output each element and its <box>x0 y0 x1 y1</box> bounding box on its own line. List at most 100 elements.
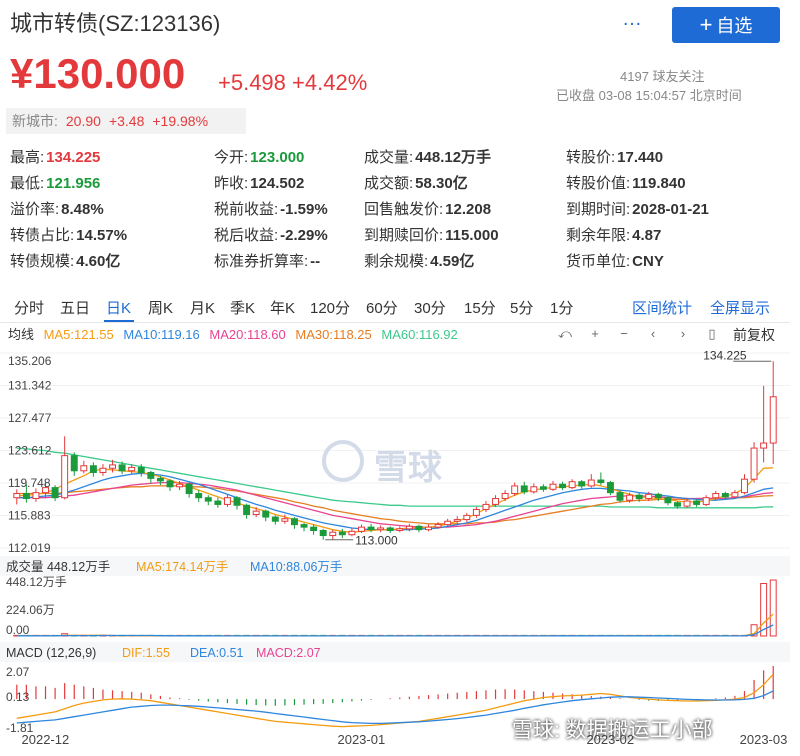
underlying-stock-box[interactable]: 新城市: 20.90 +3.48 +19.98% <box>6 108 246 134</box>
ma5-legend: MA5:121.55 <box>43 327 114 342</box>
underlying-stock-price: 20.90 <box>65 113 101 129</box>
stat-label: 转债占比: <box>10 227 75 244</box>
ma20-legend: MA20:118.60 <box>209 327 286 342</box>
more-icon[interactable]: … <box>622 8 643 31</box>
candle-body <box>290 518 298 526</box>
tab-8[interactable]: 60分 <box>366 297 398 318</box>
stat-value: 4.87 <box>632 227 662 244</box>
fullscreen-link[interactable]: 全屏显示 <box>710 297 770 318</box>
stat-cell: 昨收: 124.502 <box>214 172 304 193</box>
candle-body <box>223 497 231 505</box>
stat-value: 134.225 <box>46 149 101 166</box>
candle-body <box>702 497 710 505</box>
stat-label: 到期赎回价: <box>364 227 444 244</box>
stat-value: 12.208 <box>445 201 492 218</box>
stat-value: 123.000 <box>250 149 305 166</box>
macd-dea-legend: DEA:0.51 <box>190 646 244 660</box>
candle-body <box>645 493 653 500</box>
stat-label: 今开: <box>214 149 249 166</box>
zoom-out-icon[interactable]: − <box>616 326 632 342</box>
candle-body <box>434 524 442 528</box>
current-price: ¥130.000 <box>10 50 186 97</box>
candle-body <box>712 492 720 499</box>
tab-2[interactable]: 日K <box>106 297 131 318</box>
stat-value: 124.502 <box>250 175 305 192</box>
tab-7[interactable]: 120分 <box>310 297 350 318</box>
stat-value: 58.30亿 <box>415 175 468 192</box>
zoom-in-icon[interactable]: + <box>587 326 603 342</box>
candle-body <box>587 479 595 487</box>
tab-5[interactable]: 季K <box>230 297 255 318</box>
stat-cell: 货币单位: CNY <box>566 250 664 271</box>
price-axis-label: 127.477 <box>8 411 52 425</box>
stat-value: 115.000 <box>445 227 499 244</box>
candle-body <box>310 526 318 531</box>
volume-ma5-legend: MA5:174.14万手 <box>136 560 228 574</box>
adjust-mode[interactable]: 前复权 <box>733 325 775 345</box>
tab-1[interactable]: 五日 <box>60 297 90 318</box>
macd-dif-legend: DIF:1.55 <box>122 646 170 660</box>
stat-value: 448.12万手 <box>415 149 492 166</box>
stat-label: 溢价率: <box>10 201 60 218</box>
stat-value: 119.840 <box>632 175 686 192</box>
tab-10[interactable]: 15分 <box>464 297 496 318</box>
reset-icon[interactable]: ⤺ <box>557 326 573 342</box>
tab-11[interactable]: 5分 <box>510 297 533 318</box>
stat-cell: 回售触发价: 12.208 <box>364 198 491 219</box>
period-tabs: 区间统计 全屏显示 分时 五日 日K 周K 月K 季K 年K 120分 60分 30分 15分 5分 1… <box>0 290 790 323</box>
underlying-stock-change: +3.48 <box>108 113 145 129</box>
macd-axis-label: 2.07 <box>6 665 30 679</box>
candle-body <box>664 497 672 504</box>
stat-value: 8.48% <box>61 201 104 218</box>
tab-6[interactable]: 年K <box>270 297 295 318</box>
tab-9[interactable]: 30分 <box>414 297 446 318</box>
tab-12[interactable]: 1分 <box>550 297 573 318</box>
tab-3[interactable]: 周K <box>148 297 173 318</box>
chart-watermark: 雪球 <box>374 449 442 487</box>
candle-body <box>367 526 375 531</box>
candle-body <box>597 479 605 484</box>
kline-chart[interactable]: 135.206 131.342 127.477 123.612 119.748 115.8… <box>0 344 790 732</box>
tab-0[interactable]: 分时 <box>14 297 44 318</box>
candle-body <box>444 520 452 526</box>
stat-cell: 成交额: 58.30亿 <box>364 172 468 193</box>
add-watchlist-button[interactable]: + 自选 <box>672 7 780 43</box>
prev-icon[interactable]: ‹ <box>645 326 661 342</box>
next-icon[interactable]: › <box>675 326 691 342</box>
stat-value: -2.29% <box>280 227 328 244</box>
underlying-stock-name: 新城市: <box>12 113 58 129</box>
candle-body <box>243 504 251 516</box>
stat-cell: 转债规模: 4.60亿 <box>10 250 120 271</box>
candle-body <box>13 492 21 499</box>
tab-4[interactable]: 月K <box>190 297 215 318</box>
candle-body <box>195 492 203 499</box>
stat-value: -1.59% <box>280 201 328 218</box>
ma-legend: 均线 MA5:121.55 MA10:119.16 MA20:118.60 MA… <box>8 324 464 343</box>
ma10-legend: MA10:119.16 <box>123 327 200 342</box>
candle-body <box>492 498 500 505</box>
range-stats-link[interactable]: 区间统计 <box>632 297 692 318</box>
price-axis-label: 131.342 <box>8 378 52 392</box>
date-axis-label: 2022-12 <box>21 732 70 747</box>
candle-body <box>252 510 260 516</box>
candle-body <box>99 467 107 473</box>
date-axis-label: 2023-02 <box>586 732 635 747</box>
candle-body <box>233 497 241 506</box>
candle-body <box>22 492 30 500</box>
candle-icon[interactable]: ▯ <box>704 326 720 342</box>
candle-body <box>606 482 614 494</box>
stat-label: 转债规模: <box>10 253 75 270</box>
candle-body <box>626 494 634 501</box>
stat-value: 4.59亿 <box>430 253 475 270</box>
stat-value: -- <box>310 253 321 270</box>
ma-legend-label: 均线 <box>8 327 35 342</box>
stat-cell: 到期赎回价: 115.000 <box>364 224 499 245</box>
candle-body <box>338 531 346 536</box>
volume-title: 成交量 448.12万手 <box>6 559 110 574</box>
stat-label: 剩余年限: <box>566 227 631 244</box>
macd-header-bg <box>0 642 790 662</box>
candle-body <box>358 526 365 532</box>
stat-label: 昨收: <box>214 175 249 192</box>
candle-body <box>319 529 327 537</box>
stat-value: 14.57% <box>76 227 128 244</box>
